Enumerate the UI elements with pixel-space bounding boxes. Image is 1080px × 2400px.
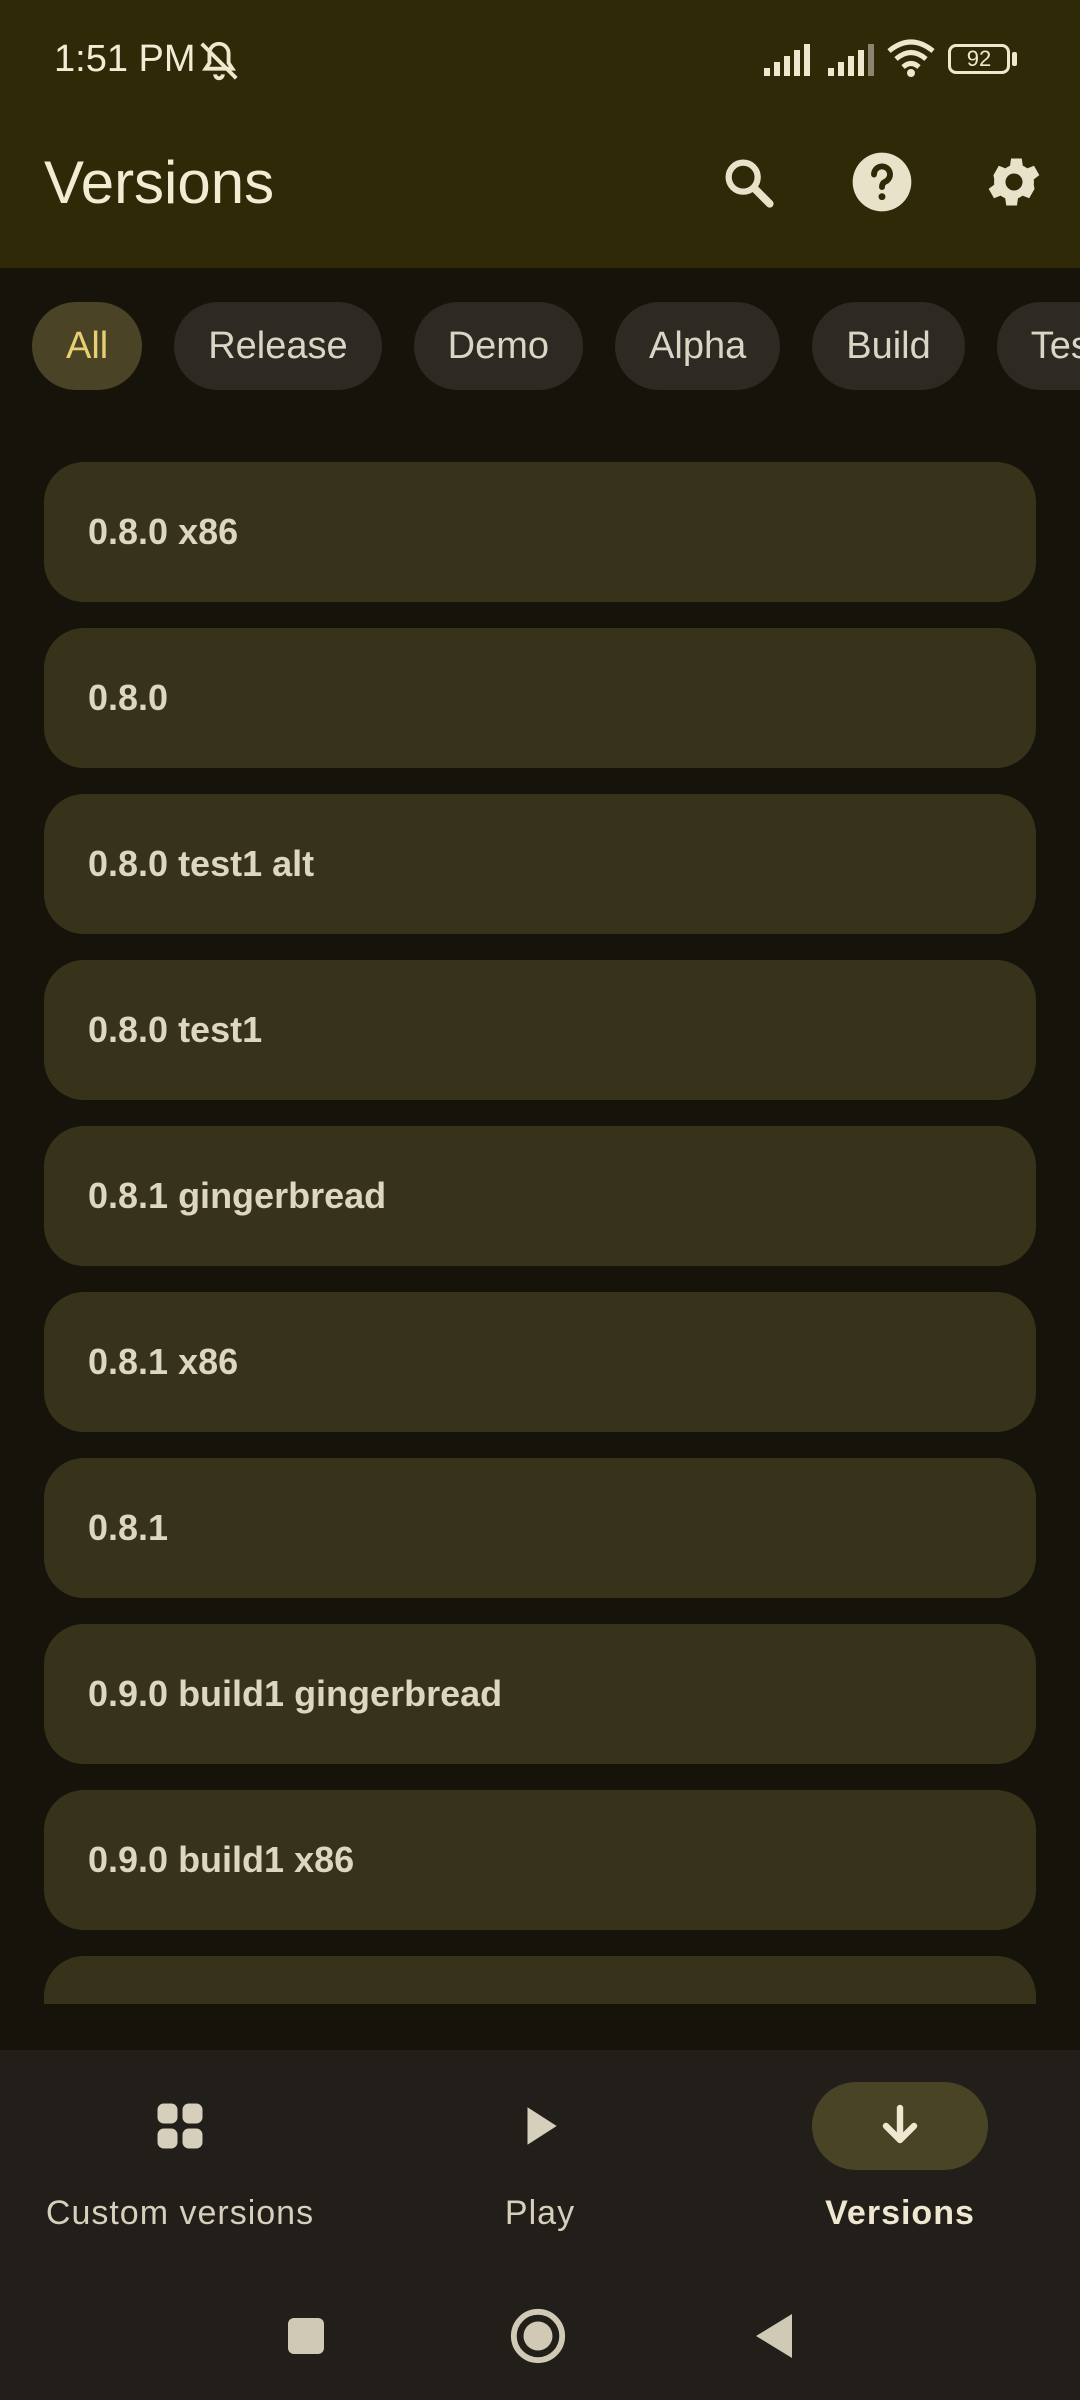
nav-custom-label: Custom versions <box>45 2194 315 2232</box>
home-button[interactable] <box>508 2306 568 2366</box>
version-item[interactable]: 0.8.0 x86 <box>44 462 1036 602</box>
help-icon <box>852 152 912 212</box>
chip-test[interactable]: Test <box>996 302 1080 390</box>
top-bar: 1:51 PM 92 Versions <box>0 0 1080 268</box>
home-icon <box>510 2308 566 2364</box>
settings-icon <box>988 158 1040 206</box>
nav-versions[interactable]: Versions <box>720 2082 1080 2242</box>
status-bar: 1:51 PM 92 <box>0 0 1080 120</box>
download-icon <box>882 2104 918 2144</box>
cell-signal-icon <box>762 42 816 81</box>
chip-demo[interactable]: Demo <box>413 302 584 390</box>
battery-indicator: 92 <box>948 44 1010 74</box>
versions-list[interactable]: 0.8.0 x86 0.8.0 0.8.0 test1 alt 0.8.0 te… <box>44 462 1036 2004</box>
system-navigation <box>0 2280 1080 2390</box>
settings-button[interactable] <box>978 146 1050 218</box>
nav-versions-label: Versions <box>825 2194 975 2232</box>
muted-bell-icon <box>196 38 242 89</box>
back-button[interactable] <box>744 2306 804 2366</box>
nav-play-pill <box>452 2082 628 2170</box>
version-item[interactable]: 0.9.0 build1 gingerbread <box>44 1624 1036 1764</box>
back-icon <box>756 2314 792 2358</box>
search-button[interactable] <box>712 146 784 218</box>
play-icon <box>527 2107 557 2145</box>
recents-button[interactable] <box>276 2306 336 2366</box>
version-item[interactable]: 0.8.0 test1 alt <box>44 794 1036 934</box>
nav-custom-pill <box>92 2082 268 2170</box>
cell-signal-2-icon <box>826 42 880 81</box>
chip-build[interactable]: Build <box>812 302 965 390</box>
battery-tip <box>1012 52 1017 66</box>
nav-custom-versions[interactable]: Custom versions <box>0 2082 360 2242</box>
search-icon <box>725 159 774 208</box>
version-item[interactable]: 0.8.0 <box>44 628 1036 768</box>
nav-versions-pill <box>812 2082 988 2170</box>
chip-alpha[interactable]: Alpha <box>615 302 781 390</box>
version-item[interactable]: 0.8.0 test1 <box>44 960 1036 1100</box>
page-title: Versions <box>44 149 275 216</box>
nav-play-label: Play <box>504 2194 576 2232</box>
wifi-icon <box>886 38 936 83</box>
bottom-navigation: Custom versions Play Versions <box>0 2050 1080 2400</box>
filter-chips: All Release Demo Alpha Build Test <box>32 302 1080 390</box>
recents-icon <box>288 2318 324 2354</box>
chip-all[interactable]: All <box>32 302 143 390</box>
help-button[interactable] <box>846 146 918 218</box>
version-item[interactable]: 0.8.1 <box>44 1458 1036 1598</box>
status-time: 1:51 PM <box>54 38 196 80</box>
version-item[interactable]: 0.9.0 build1 x86 <box>44 1790 1036 1930</box>
chip-release[interactable]: Release <box>174 302 382 390</box>
version-item[interactable]: 0.8.1 gingerbread <box>44 1126 1036 1266</box>
version-item[interactable] <box>44 1956 1036 2004</box>
version-item[interactable]: 0.8.1 x86 <box>44 1292 1036 1432</box>
grid-icon <box>157 2103 203 2149</box>
nav-play[interactable]: Play <box>360 2082 720 2242</box>
